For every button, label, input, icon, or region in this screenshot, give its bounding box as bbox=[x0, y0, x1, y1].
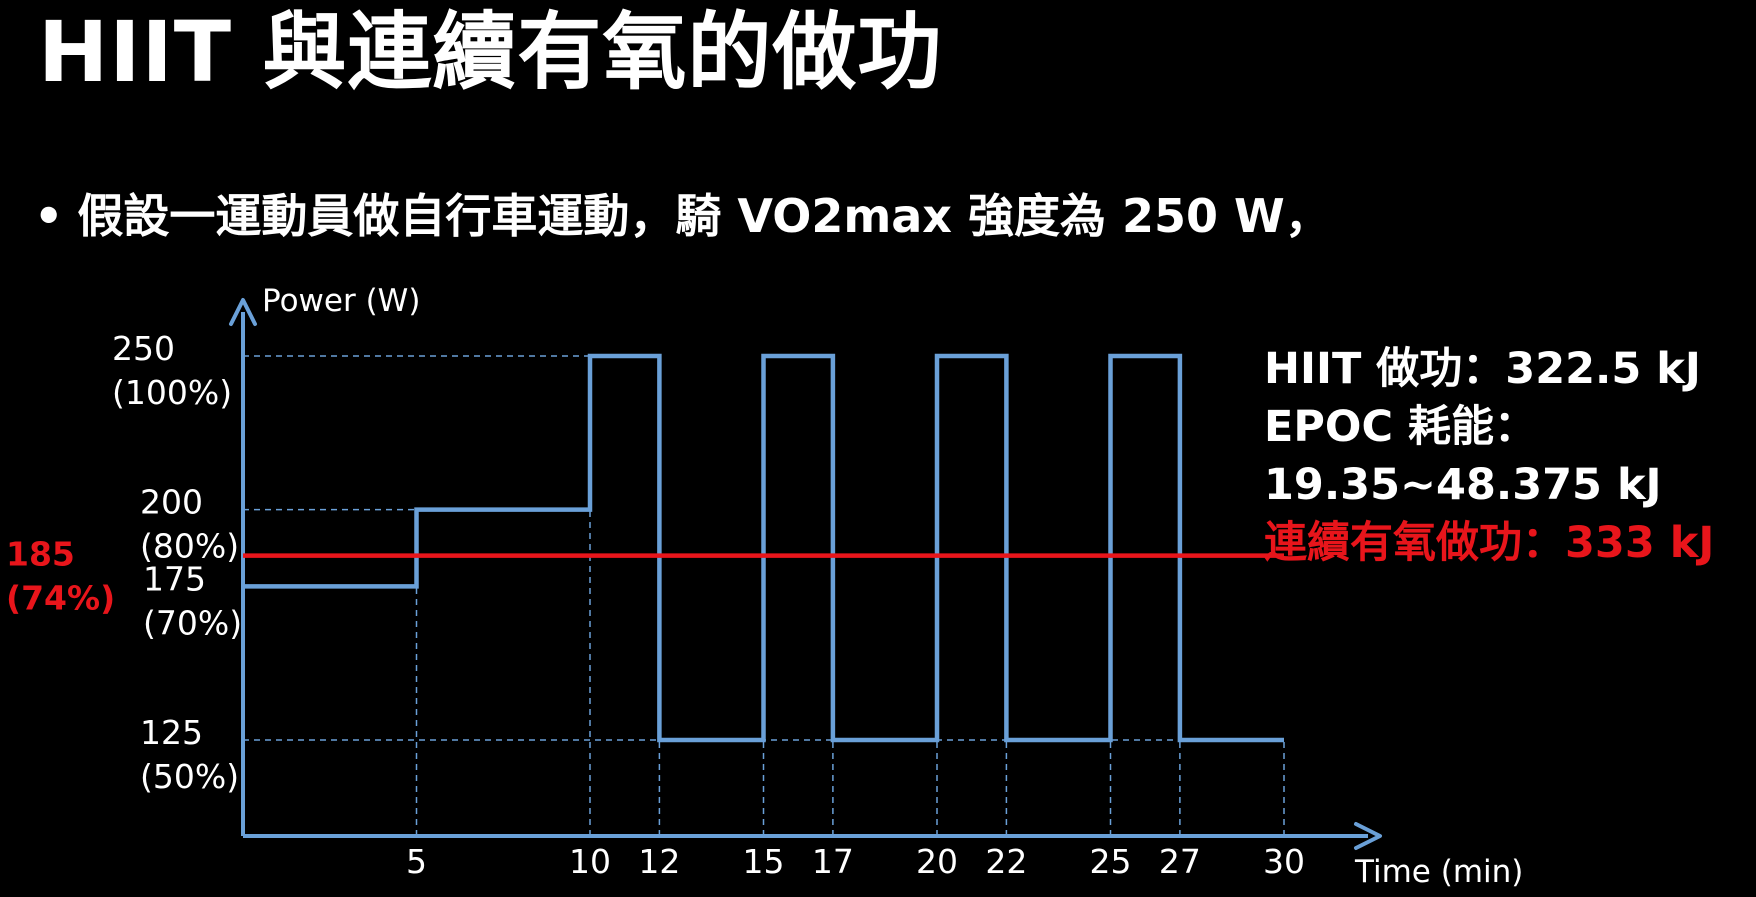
x-tick-label: 27 bbox=[1159, 842, 1201, 881]
hiit-work-text: HIIT 做功：322.5 kJ bbox=[1264, 344, 1701, 394]
y-tick-percent-label: (50%) bbox=[140, 757, 239, 796]
y-tick-label: 125 bbox=[140, 713, 203, 752]
x-tick-label: 15 bbox=[743, 842, 785, 881]
x-tick-label: 10 bbox=[569, 842, 611, 881]
y-tick-percent-label: (80%) bbox=[140, 527, 239, 566]
x-tick-label: 25 bbox=[1090, 842, 1132, 881]
x-tick-label: 17 bbox=[812, 842, 854, 881]
continuous-work-text: 連續有氧做功：333 kJ bbox=[1264, 518, 1715, 568]
chart-series bbox=[243, 353, 1284, 743]
hiit-power-line bbox=[243, 353, 1284, 743]
x-tick-label: 22 bbox=[985, 842, 1027, 881]
x-tick-label: 5 bbox=[406, 842, 427, 881]
x-tick-label: 12 bbox=[638, 842, 680, 881]
epoc-value-text: 19.35~48.375 kJ bbox=[1264, 460, 1662, 510]
y-tick-percent-label: (100%) bbox=[112, 373, 232, 412]
y-tick-label: 250 bbox=[112, 329, 175, 368]
x-tick-label: 30 bbox=[1263, 842, 1305, 881]
x-tick-label: 20 bbox=[916, 842, 958, 881]
y-axis-title: Power (W) bbox=[262, 283, 420, 319]
work-summary: HIIT 做功：322.5 kJ EPOC 耗能： 19.35~48.375 k… bbox=[1264, 340, 1714, 572]
y-tick-percent-label: (70%) bbox=[143, 603, 242, 642]
chart-axes bbox=[229, 298, 1382, 850]
epoc-label-text: EPOC 耗能： bbox=[1264, 402, 1537, 452]
continuous-value-label: 185 bbox=[6, 535, 75, 574]
x-axis-title: Time (min) bbox=[1354, 854, 1523, 890]
continuous-percent-label: (74%) bbox=[6, 579, 115, 618]
y-tick-label: 200 bbox=[140, 483, 203, 522]
